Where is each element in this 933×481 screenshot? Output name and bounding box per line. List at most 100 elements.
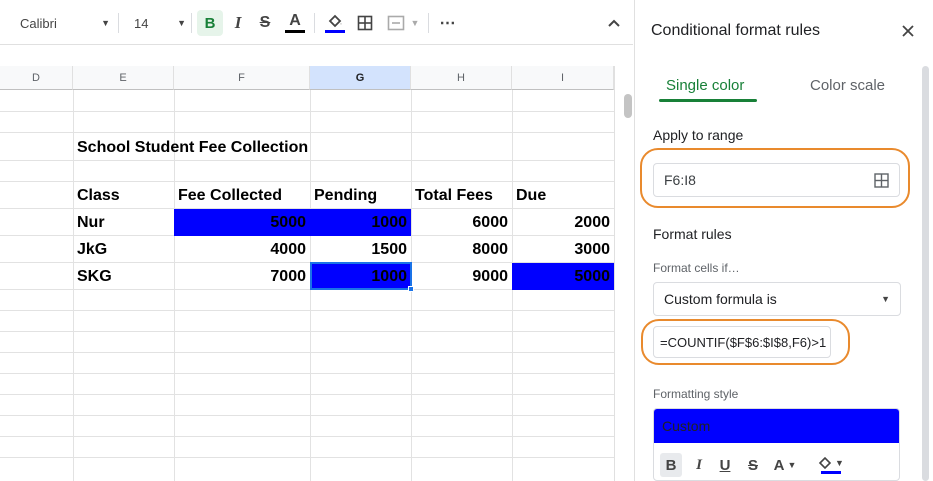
chevron-down-icon: ▼ bbox=[835, 457, 844, 468]
cell-total-fees[interactable]: 9000 bbox=[411, 263, 512, 290]
conditional-format-panel: Conditional format rules Single color Co… bbox=[634, 0, 933, 481]
cell-due[interactable]: 5000 bbox=[512, 263, 614, 290]
format-cells-if-label: Format cells if… bbox=[653, 261, 740, 275]
font-size-value: 14 bbox=[134, 15, 149, 31]
style-bold-button[interactable]: B bbox=[660, 453, 682, 477]
column-header-h[interactable]: H bbox=[411, 66, 512, 90]
merge-cells-icon bbox=[387, 15, 404, 31]
style-fill-color-button[interactable]: ▼ bbox=[814, 453, 848, 477]
fill-color-bar bbox=[325, 29, 345, 33]
active-tab-indicator bbox=[659, 99, 757, 102]
borders-icon bbox=[357, 15, 373, 31]
borders-button[interactable] bbox=[354, 10, 376, 36]
toolbar: Calibri ▼ 14 ▼ B I S A ▼ ⋯ bbox=[0, 0, 633, 45]
formula-annotation-circle bbox=[641, 319, 850, 365]
chevron-down-icon: ▼ bbox=[787, 460, 797, 470]
cell-due[interactable]: 2000 bbox=[512, 209, 614, 236]
cell-fee-collected[interactable]: 4000 bbox=[174, 236, 310, 263]
chevron-up-icon bbox=[608, 19, 620, 27]
gridline bbox=[0, 415, 614, 416]
column-header-f[interactable]: F bbox=[174, 66, 310, 90]
style-underline-button[interactable]: U bbox=[714, 453, 736, 477]
style-italic-button[interactable]: I bbox=[688, 453, 710, 477]
panel-title: Conditional format rules bbox=[651, 22, 820, 39]
gridline bbox=[0, 457, 614, 458]
text-color-button[interactable]: A bbox=[282, 10, 308, 36]
chevron-down-icon: ▼ bbox=[101, 18, 110, 28]
chevron-down-icon: ▼ bbox=[177, 18, 186, 28]
gridline bbox=[0, 436, 614, 437]
chevron-down-icon: ▼ bbox=[881, 294, 890, 304]
font-size-dropdown[interactable]: 14 ▼ bbox=[128, 10, 186, 36]
gridline bbox=[0, 373, 614, 374]
column-header-e[interactable]: E bbox=[73, 66, 174, 90]
text-color-bar bbox=[285, 29, 305, 33]
gridline bbox=[0, 394, 614, 395]
bold-button[interactable]: B bbox=[197, 10, 223, 36]
paint-bucket-icon bbox=[818, 456, 832, 469]
fill-color-bar bbox=[821, 470, 841, 474]
toolbar-divider bbox=[428, 13, 429, 33]
close-icon bbox=[902, 25, 914, 37]
text-color-icon: A bbox=[773, 456, 785, 474]
merge-cells-button[interactable]: ▼ bbox=[383, 10, 423, 36]
apply-to-range-label: Apply to range bbox=[653, 127, 744, 143]
header-cell-total-fees[interactable]: Total Fees bbox=[411, 182, 512, 209]
cell-class[interactable]: SKG bbox=[73, 263, 174, 290]
style-text-color-button[interactable]: A ▼ bbox=[768, 453, 802, 477]
style-preview-label: Custom bbox=[662, 418, 711, 434]
column-header-g[interactable]: G bbox=[310, 66, 411, 90]
format-rules-label: Format rules bbox=[653, 226, 732, 242]
gridline bbox=[0, 111, 614, 112]
tab-color-scale[interactable]: Color scale bbox=[810, 77, 885, 94]
header-cell-fee-collected[interactable]: Fee Collected bbox=[174, 182, 310, 209]
toolbar-divider bbox=[118, 13, 119, 33]
grid-scroll-thumb[interactable] bbox=[624, 94, 632, 118]
header-cell-pending[interactable]: Pending bbox=[310, 182, 411, 209]
italic-button[interactable]: I bbox=[226, 10, 250, 36]
text-color-icon: A bbox=[289, 11, 301, 29]
fill-color-button[interactable] bbox=[322, 10, 348, 36]
gridline bbox=[0, 352, 614, 353]
condition-value: Custom formula is bbox=[664, 291, 777, 307]
sheet-title-cell[interactable]: School Student Fee Collection bbox=[73, 134, 333, 161]
style-preview[interactable]: Custom bbox=[654, 409, 899, 443]
cell-total-fees[interactable]: 8000 bbox=[411, 236, 512, 263]
spreadsheet-grid[interactable]: D E F G H I School Student Fee Collectio… bbox=[0, 66, 614, 481]
cell-fee-collected[interactable]: 7000 bbox=[174, 263, 310, 290]
style-strikethrough-button[interactable]: S bbox=[742, 453, 764, 477]
close-panel-button[interactable] bbox=[898, 22, 918, 42]
header-cell-due[interactable]: Due bbox=[512, 182, 614, 209]
cell-fee-collected[interactable]: 5000 bbox=[174, 209, 310, 236]
fill-handle[interactable] bbox=[408, 286, 414, 292]
tab-single-color[interactable]: Single color bbox=[666, 77, 744, 94]
cell-pending[interactable]: 1000 bbox=[310, 209, 411, 236]
condition-select[interactable]: Custom formula is ▼ bbox=[653, 282, 901, 316]
cell-class[interactable]: JkG bbox=[73, 236, 174, 263]
range-annotation-circle bbox=[640, 148, 910, 208]
more-options-button[interactable]: ⋯ bbox=[436, 10, 460, 36]
grid-vertical-scrollbar[interactable] bbox=[614, 66, 633, 481]
column-header-i[interactable]: I bbox=[512, 66, 614, 90]
paint-bucket-icon bbox=[328, 14, 342, 27]
collapse-toolbar-button[interactable] bbox=[602, 10, 626, 36]
gridline bbox=[0, 132, 614, 133]
formatting-style-box: Custom B I U S A ▼ ▼ bbox=[653, 408, 900, 481]
header-cell-class[interactable]: Class bbox=[73, 182, 174, 209]
cell-class[interactable]: Nur bbox=[73, 209, 174, 236]
strikethrough-button[interactable]: S bbox=[253, 10, 277, 36]
cell-due[interactable]: 3000 bbox=[512, 236, 614, 263]
spreadsheet-app: Calibri ▼ 14 ▼ B I S A ▼ ⋯ D E F G H I S… bbox=[0, 0, 933, 481]
active-cell-border bbox=[310, 262, 412, 290]
gridline bbox=[0, 310, 614, 311]
chevron-down-icon: ▼ bbox=[410, 18, 420, 28]
formatting-style-label: Formatting style bbox=[653, 387, 739, 401]
column-header-d[interactable]: D bbox=[0, 66, 73, 90]
toolbar-divider bbox=[191, 13, 192, 33]
gridline bbox=[0, 331, 614, 332]
panel-scrollbar[interactable] bbox=[922, 66, 929, 481]
cell-pending[interactable]: 1500 bbox=[310, 236, 411, 263]
font-family-dropdown[interactable]: Calibri ▼ bbox=[14, 10, 110, 36]
cell-total-fees[interactable]: 6000 bbox=[411, 209, 512, 236]
toolbar-divider bbox=[314, 13, 315, 33]
